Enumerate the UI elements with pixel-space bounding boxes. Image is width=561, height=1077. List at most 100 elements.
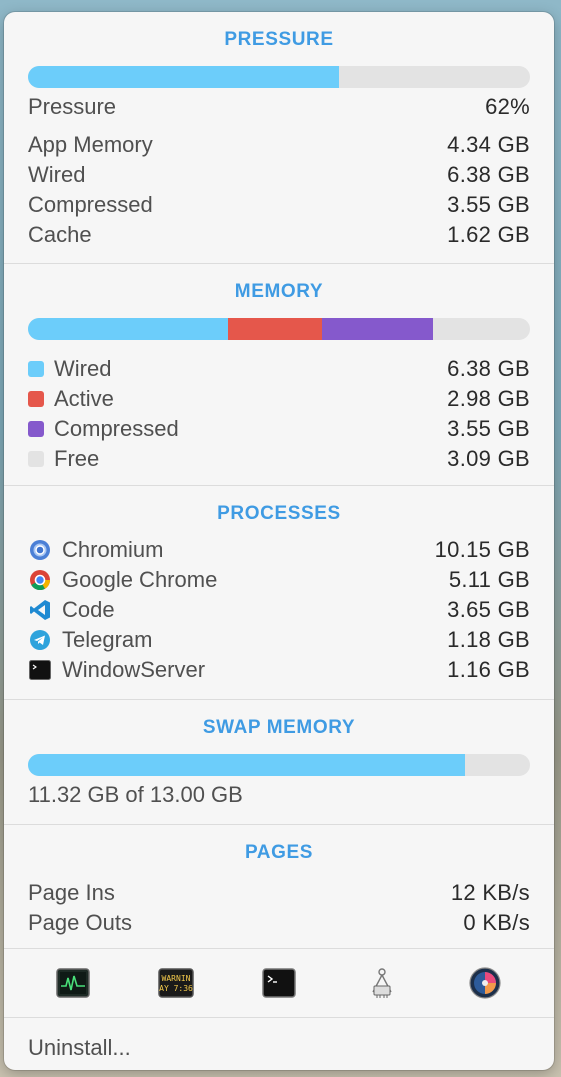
process-memory: 5.11 GB <box>448 567 530 592</box>
memory-popup: PRESSURE Pressure 62% App Memory 4.34 GB… <box>4 12 554 1070</box>
legend-value: 6.38 GB <box>447 356 530 381</box>
wired-row: Wired 6.38 GB <box>28 160 530 190</box>
row-label: Wired <box>28 162 86 187</box>
process-name: Google Chrome <box>62 567 218 592</box>
process-memory: 1.18 GB <box>447 627 530 652</box>
process-memory: 10.15 GB <box>434 537 530 562</box>
uninstall-menu-item[interactable]: Uninstall... <box>4 1018 554 1070</box>
legend-label-group: Active <box>28 386 114 412</box>
processes-section: PROCESSES Chromium 10.15 GB Google Chrome 5… <box>4 486 554 700</box>
memory-bar-segment-active <box>228 318 322 340</box>
telegram-icon <box>28 628 52 652</box>
process-name: Telegram <box>62 627 153 652</box>
legend-label: Free <box>54 446 100 471</box>
process-list: Chromium 10.15 GB Google Chrome 5.11 GB Code… <box>4 535 554 685</box>
process-label-group: WindowServer <box>28 657 205 683</box>
legend-value: 3.55 GB <box>447 416 530 441</box>
disk-utility-icon <box>468 967 501 999</box>
swap-section: SWAP MEMORY 11.32 GB of 13.00 GB <box>4 700 554 825</box>
legend-swatch <box>28 451 44 467</box>
process-name: WindowServer <box>62 657 206 682</box>
process-label-group: Code <box>28 597 115 623</box>
process-memory: 1.16 GB <box>447 657 530 682</box>
process-row[interactable]: Telegram 1.18 GB <box>28 625 530 655</box>
app-shortcuts-toolbar: WARNIN AY 7:36 <box>4 949 554 1018</box>
process-label-group: Telegram <box>28 627 152 653</box>
system-information-button[interactable] <box>362 963 402 1003</box>
process-row[interactable]: Code 3.65 GB <box>28 595 530 625</box>
memory-title: MEMORY <box>234 281 324 302</box>
cache-row: Cache 1.62 GB <box>28 220 530 250</box>
legend-swatch <box>28 361 44 377</box>
row-value: 3.55 GB <box>447 192 530 217</box>
app-memory-row: App Memory 4.34 GB <box>28 130 530 160</box>
row-label: Pressure <box>28 94 117 119</box>
disk-utility-button[interactable] <box>465 963 505 1003</box>
activity-monitor-icon <box>56 968 91 998</box>
chromium-icon <box>28 538 52 562</box>
legend-label: Wired <box>54 356 112 381</box>
terminal-icon <box>28 658 52 682</box>
swap-usage-text: 11.32 GB of 13.00 GB <box>28 782 243 807</box>
console-icon-text-1: WARNIN <box>162 974 191 983</box>
google-chrome-icon <box>28 568 52 592</box>
console-icon: WARNIN AY 7:36 <box>158 968 194 998</box>
legend-label: Active <box>54 386 114 411</box>
process-label-group: Google Chrome <box>28 567 217 593</box>
process-memory: 3.65 GB <box>447 597 530 622</box>
terminal-button[interactable] <box>259 963 299 1003</box>
pages-title: PAGES <box>244 842 314 863</box>
process-name: Code <box>62 597 115 622</box>
row-value: 1.62 GB <box>447 222 530 247</box>
row-label: App Memory <box>28 132 153 157</box>
activity-monitor-button[interactable] <box>53 963 93 1003</box>
legend-label: Compressed <box>54 416 179 441</box>
console-button[interactable]: WARNIN AY 7:36 <box>156 963 196 1003</box>
memory-legend-row: Active 2.98 GB <box>28 384 530 414</box>
legend-label-group: Wired <box>28 356 111 382</box>
swap-bar <box>28 754 530 776</box>
process-label-group: Chromium <box>28 537 163 563</box>
memory-bar-segment-compressed <box>321 318 434 340</box>
pressure-bar <box>28 66 530 88</box>
memory-bar-segment-wired <box>28 318 229 340</box>
process-name: Chromium <box>62 537 164 562</box>
row-label: Compressed <box>28 192 153 217</box>
page-ins-row: Page Ins 12 KB/s <box>28 878 530 908</box>
memory-legend: Wired 6.38 GB Active 2.98 GB Compressed 3.55 … <box>4 354 554 474</box>
pressure-row: Pressure 62% <box>28 92 530 122</box>
page-outs-row: Page Outs 0 KB/s <box>28 908 530 938</box>
row-value: 6.38 GB <box>447 162 530 187</box>
row-label: Page Outs <box>28 910 132 935</box>
compressed-row: Compressed 3.55 GB <box>28 190 530 220</box>
legend-value: 2.98 GB <box>447 386 530 411</box>
row-label: Cache <box>28 222 92 247</box>
legend-value: 3.09 GB <box>447 446 530 471</box>
row-value: 0 KB/s <box>463 910 530 935</box>
memory-section: MEMORY Wired 6.38 GB Active 2.98 GB Compress… <box>4 264 554 486</box>
process-row[interactable]: Chromium 10.15 GB <box>28 535 530 565</box>
pressure-section: PRESSURE Pressure 62% App Memory 4.34 GB… <box>4 12 554 264</box>
pressure-bar-fill <box>28 66 340 88</box>
memory-bar <box>28 318 530 340</box>
memory-legend-row: Wired 6.38 GB <box>28 354 530 384</box>
legend-swatch <box>28 421 44 437</box>
memory-legend-row: Compressed 3.55 GB <box>28 414 530 444</box>
legend-label-group: Compressed <box>28 416 179 442</box>
console-icon-text-2: AY 7:36 <box>159 984 193 993</box>
process-row[interactable]: WindowServer 1.16 GB <box>28 655 530 685</box>
processes-title: PROCESSES <box>217 503 341 524</box>
swap-title: SWAP MEMORY <box>202 717 356 738</box>
process-row[interactable]: Google Chrome 5.11 GB <box>28 565 530 595</box>
swap-bar-fill <box>28 754 466 776</box>
row-label: Page Ins <box>28 880 115 905</box>
pages-section: PAGES Page Ins 12 KB/s Page Outs 0 KB/s <box>4 825 554 949</box>
row-value: 4.34 GB <box>447 132 530 157</box>
pressure-title: PRESSURE <box>224 29 334 50</box>
row-value: 62% <box>485 94 530 119</box>
memory-legend-row: Free 3.09 GB <box>28 444 530 474</box>
system-information-icon <box>372 968 392 998</box>
legend-swatch <box>28 391 44 407</box>
terminal-icon <box>262 968 296 998</box>
vscode-icon <box>28 598 52 622</box>
